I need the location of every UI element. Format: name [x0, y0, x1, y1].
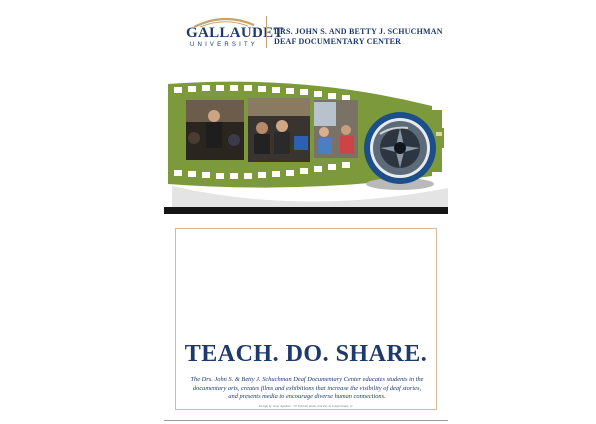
center-name: DRS. JOHN S. AND BETTY J. SCHUCHMAN DEAF…	[274, 27, 443, 47]
university-logo-subtitle: UNIVERSITY	[190, 42, 259, 48]
photo-frame-1	[186, 100, 244, 160]
bottom-rule	[164, 420, 448, 421]
header-divider	[266, 16, 267, 48]
film-strip-banner	[168, 81, 448, 212]
center-name-line2: DEAF DOCUMENTARY CENTER	[274, 37, 402, 46]
photo-frame-2	[248, 98, 310, 162]
mission-statement: The Drs. John S. & Betty J. Schuchman De…	[184, 376, 430, 402]
tagline-card: TEACH. DO. SHARE. The Drs. John S. & Bet…	[175, 228, 437, 410]
mission-line-1: The Drs. John S. & Betty J. Schuchman De…	[190, 376, 424, 383]
university-logo-wordmark: GALLAUDET	[186, 25, 284, 41]
mission-line-2: documentary arts, creates films and exhi…	[192, 384, 422, 392]
tagline: TEACH. DO. SHARE.	[184, 341, 428, 367]
design-credit: Design by Jessy Agudelo · '07 Portrait p…	[258, 404, 354, 408]
header: GALLAUDET UNIVERSITY DRS. JOHN S. AND BE…	[186, 14, 446, 54]
divider-bar	[164, 207, 448, 214]
mission-line-3: and presents media to encourage diverse …	[228, 393, 386, 400]
center-name-line1: DRS. JOHN S. AND BETTY J. SCHUCHMAN	[274, 27, 443, 36]
photo-frame-3	[314, 100, 358, 158]
